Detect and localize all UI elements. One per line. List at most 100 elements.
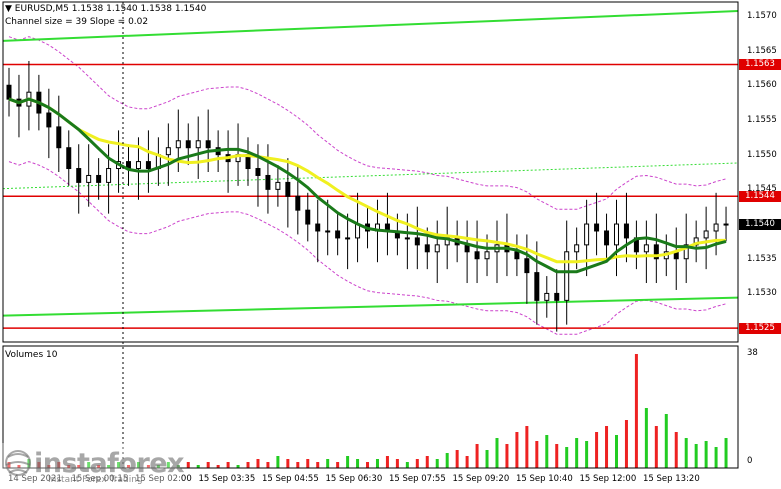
volume-bar bbox=[346, 456, 350, 468]
volume-bar bbox=[435, 459, 439, 468]
volumes-label: Volumes 10 bbox=[5, 350, 58, 360]
volume-bar bbox=[475, 444, 479, 468]
volume-bar bbox=[226, 462, 230, 468]
candle-body bbox=[135, 161, 141, 170]
volume-bar bbox=[694, 444, 698, 468]
volume-bar bbox=[395, 459, 399, 468]
candle-body bbox=[265, 174, 271, 190]
candle-body bbox=[185, 140, 191, 149]
time-axis-label: 15 Sep 06:30 bbox=[325, 474, 383, 484]
volume-bar bbox=[595, 432, 599, 468]
volume-bar bbox=[525, 426, 529, 468]
time-axis-label: 15 Sep 04:55 bbox=[262, 474, 319, 484]
volume-bar bbox=[535, 441, 539, 468]
volume-bar bbox=[505, 444, 509, 468]
volume-bar bbox=[684, 438, 688, 468]
candle-body bbox=[564, 251, 570, 301]
chart-canvas[interactable] bbox=[0, 0, 781, 489]
candle-body bbox=[404, 237, 410, 240]
time-axis-label: 15 Sep 12:00 bbox=[579, 474, 637, 484]
volume-bar bbox=[465, 456, 469, 468]
candle-body bbox=[544, 292, 550, 301]
candle-body bbox=[584, 223, 590, 246]
candle-body bbox=[305, 209, 311, 225]
volume-bar bbox=[555, 444, 559, 468]
time-axis-label: 15 Sep 09:20 bbox=[452, 474, 510, 484]
volume-bar bbox=[276, 456, 280, 468]
volume-bar bbox=[186, 462, 190, 468]
candle-body bbox=[574, 244, 580, 253]
price-pane-border bbox=[2, 1, 739, 343]
candle-body bbox=[723, 223, 729, 226]
volume-bar bbox=[664, 414, 668, 468]
volume-bar bbox=[336, 462, 340, 468]
price-axis-label: 1.1570 bbox=[747, 10, 777, 21]
volume-bar bbox=[445, 453, 449, 468]
volume-bar bbox=[366, 462, 370, 468]
candle-body bbox=[46, 112, 52, 128]
time-axis-label: 15 Sep 07:55 bbox=[389, 474, 446, 484]
candle-body bbox=[514, 251, 520, 260]
candle-body bbox=[145, 161, 151, 170]
candle-body bbox=[604, 230, 610, 246]
candle-body bbox=[295, 195, 301, 211]
volume-bar bbox=[316, 462, 320, 468]
volume-bar bbox=[624, 420, 628, 468]
candle-body bbox=[66, 147, 72, 170]
candle-body bbox=[623, 223, 629, 239]
volume-bar bbox=[654, 426, 658, 468]
volume-bar bbox=[704, 441, 708, 468]
volume-bar bbox=[326, 459, 330, 468]
candle-body bbox=[285, 181, 291, 197]
volume-bar bbox=[545, 435, 549, 468]
candle-body bbox=[434, 244, 440, 253]
candle-body bbox=[524, 258, 530, 274]
volume-bar bbox=[455, 450, 459, 468]
candle-body bbox=[703, 230, 709, 239]
candle-body bbox=[195, 140, 201, 149]
candle-body bbox=[275, 181, 281, 190]
candle-body bbox=[165, 147, 171, 156]
channel-mid-line bbox=[2, 162, 739, 190]
volume-bar bbox=[306, 459, 310, 468]
candle-body bbox=[335, 230, 341, 239]
volume-bar bbox=[375, 459, 379, 468]
price-axis-label: 1.1530 bbox=[747, 288, 777, 299]
candle-body bbox=[315, 223, 321, 232]
volume-bar bbox=[565, 447, 569, 468]
volume-bar bbox=[385, 456, 389, 468]
dropdown-arrow-icon[interactable]: ▼ bbox=[5, 4, 12, 14]
candle-body bbox=[613, 223, 619, 246]
candle-body bbox=[255, 168, 261, 176]
volume-bar bbox=[605, 426, 609, 468]
candle-body bbox=[56, 126, 62, 149]
current-price-tag: 1.1540 bbox=[739, 218, 781, 230]
volume-bar bbox=[246, 462, 250, 468]
volume-bar bbox=[206, 462, 210, 468]
volume-bar bbox=[575, 438, 579, 468]
volume-bar bbox=[356, 459, 360, 468]
volume-bar bbox=[256, 459, 260, 468]
time-axis-label: 15 Sep 03:35 bbox=[198, 474, 256, 484]
time-axis-label: 15 Sep 13:20 bbox=[643, 474, 700, 484]
candle-body bbox=[484, 251, 490, 260]
volume-bar bbox=[674, 432, 678, 468]
volume-bar bbox=[405, 462, 409, 468]
ohlc-values: 1.1538 1.1540 1.1538 1.1540 bbox=[71, 4, 207, 14]
volume-bar bbox=[634, 354, 638, 468]
time-axis-label: 15 Sep 10:40 bbox=[516, 474, 573, 484]
candle-body bbox=[86, 174, 92, 183]
volume-bar bbox=[296, 462, 300, 468]
candle-body bbox=[424, 244, 430, 253]
envelope-upper bbox=[8, 36, 727, 210]
volume-bar bbox=[415, 459, 419, 468]
candle-body bbox=[554, 292, 560, 301]
candle-body bbox=[643, 244, 649, 253]
volume-bar bbox=[286, 459, 290, 468]
candle-body bbox=[96, 174, 102, 183]
candle-body bbox=[76, 168, 82, 183]
volume-bar bbox=[585, 441, 589, 468]
candle-body bbox=[594, 223, 600, 232]
price-axis-label: 1.1555 bbox=[747, 114, 777, 125]
volume-bar bbox=[714, 447, 718, 468]
